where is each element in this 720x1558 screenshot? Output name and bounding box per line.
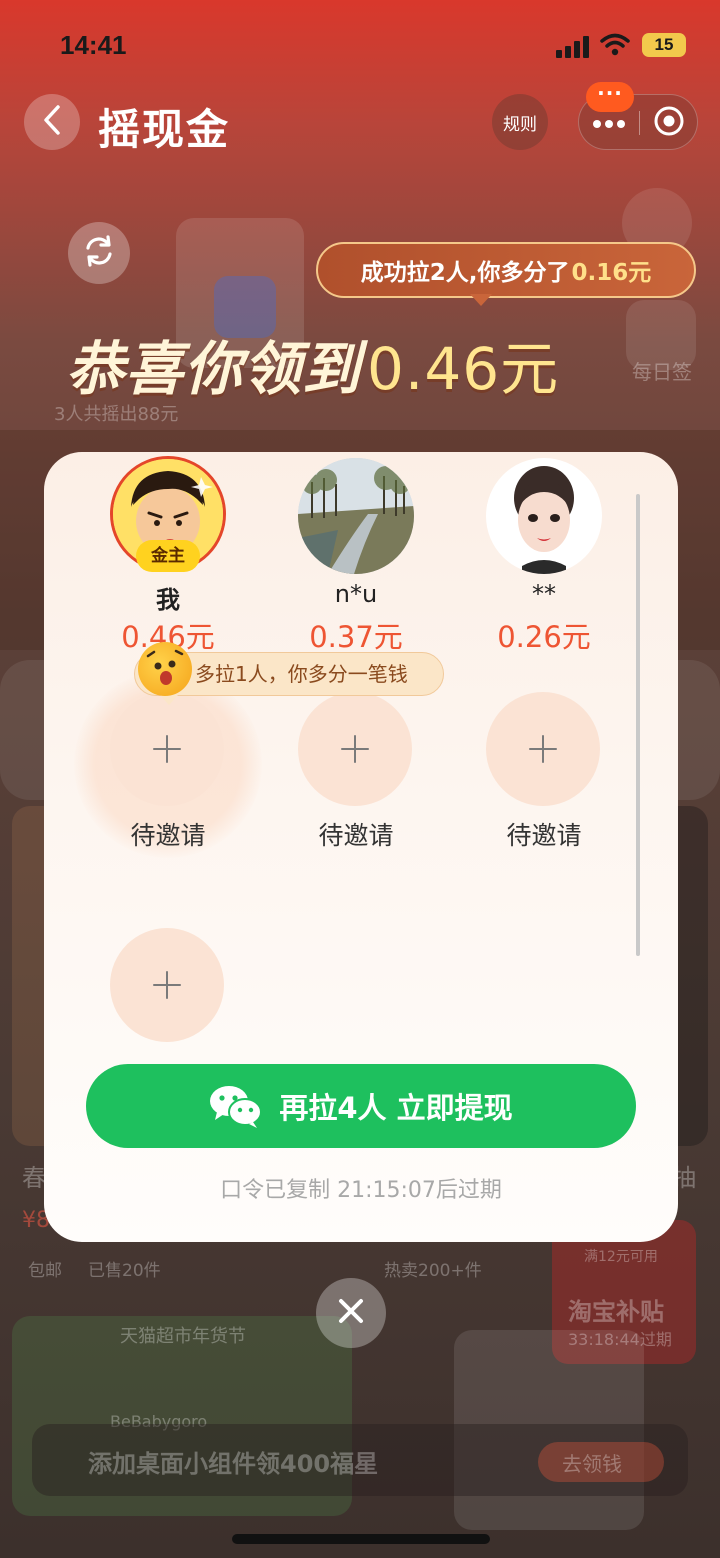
invite-slot[interactable] <box>298 692 412 806</box>
target-icon <box>653 105 685 141</box>
congrats-text: 恭喜你领到 <box>66 335 362 403</box>
bonus-amount: 0.16元 <box>571 260 652 286</box>
plus-icon <box>341 735 369 763</box>
back-button[interactable] <box>24 94 80 150</box>
bonus-bubble-tail <box>470 294 492 306</box>
share-modal: 金主 我 0.46元 n*u 0.37元 ** 0.26元 待邀请 待邀请 待邀… <box>44 452 678 1242</box>
plus-icon <box>153 971 181 999</box>
member-amount: 0.26元 <box>497 620 591 654</box>
invite-slot[interactable] <box>486 692 600 806</box>
back-icon <box>41 104 63 140</box>
rules-button[interactable]: 规则 <box>492 94 548 150</box>
battery-indicator: 15 <box>642 33 686 57</box>
tip-bubble-tail <box>160 695 178 705</box>
bg-widget-text: 添加桌面小组件领400福星 <box>88 1450 379 1478</box>
plus-icon <box>529 735 557 763</box>
invite-label: 待邀请 <box>318 821 394 850</box>
expire-text: 口令已复制 21:15:07后过期 <box>220 1178 502 1203</box>
invite-label: 待邀请 <box>130 821 206 850</box>
bg-sold-count: 已售20件 <box>88 1261 161 1281</box>
exit-miniapp-button[interactable] <box>639 95 699 151</box>
bg-tag-shipping: 包邮 <box>28 1261 62 1281</box>
bg-hot-sale: 热卖200+件 <box>384 1261 482 1281</box>
modal-scrollbar[interactable] <box>636 494 640 956</box>
refresh-button[interactable] <box>68 222 130 284</box>
invite-withdraw-button[interactable]: 再拉4人 立即提现 <box>86 1064 636 1148</box>
avatar-member-3 <box>486 458 602 574</box>
more-icon <box>592 114 626 133</box>
invite-slot[interactable] <box>110 692 224 806</box>
bg-subsidy-title: 淘宝补贴 <box>568 1298 664 1326</box>
bonus-prefix: 成功拉2人,你多分了 <box>360 260 570 286</box>
cta-label: 再拉4人 立即提现 <box>279 1091 513 1125</box>
status-time: 14:41 <box>60 30 127 60</box>
member-name: 我 <box>156 586 180 614</box>
signal-icon <box>556 36 592 58</box>
avatar-member-2 <box>298 458 414 574</box>
congrats-headline: 恭喜你领到 0.46元 <box>66 322 559 406</box>
gold-owner-badge: 金主 <box>136 540 200 572</box>
invite-slot[interactable] <box>110 928 224 1042</box>
member-name: n*u <box>334 580 378 608</box>
member-amount: 0.37元 <box>309 620 403 654</box>
bonus-bubble: 成功拉2人,你多分了 0.16元 <box>316 242 696 298</box>
plus-icon <box>153 735 181 763</box>
refresh-icon <box>81 233 117 273</box>
home-indicator[interactable] <box>232 1534 490 1544</box>
status-bar: 14:41 15 <box>0 0 720 92</box>
invite-label: 待邀请 <box>506 821 582 850</box>
close-icon <box>336 1296 366 1330</box>
wifi-icon <box>600 33 630 57</box>
close-modal-button[interactable] <box>316 1278 386 1348</box>
bg-widget-button: 去领钱 <box>562 1452 622 1476</box>
member-name: ** <box>532 580 556 608</box>
bg-tmall-section: 天猫超市年货节 <box>120 1326 246 1347</box>
bg-card-title-left: 春 <box>22 1164 46 1192</box>
page-title: 摇现金 <box>98 105 231 154</box>
wechat-icon <box>209 1084 263 1128</box>
bg-daily-sign: 每日签 <box>632 360 692 384</box>
congrats-amount: 0.46元 <box>367 335 560 403</box>
notification-badge: ··· <box>586 82 634 112</box>
bg-coupon-text: 满12元可用 <box>584 1249 658 1265</box>
emoji-icon <box>138 642 192 696</box>
